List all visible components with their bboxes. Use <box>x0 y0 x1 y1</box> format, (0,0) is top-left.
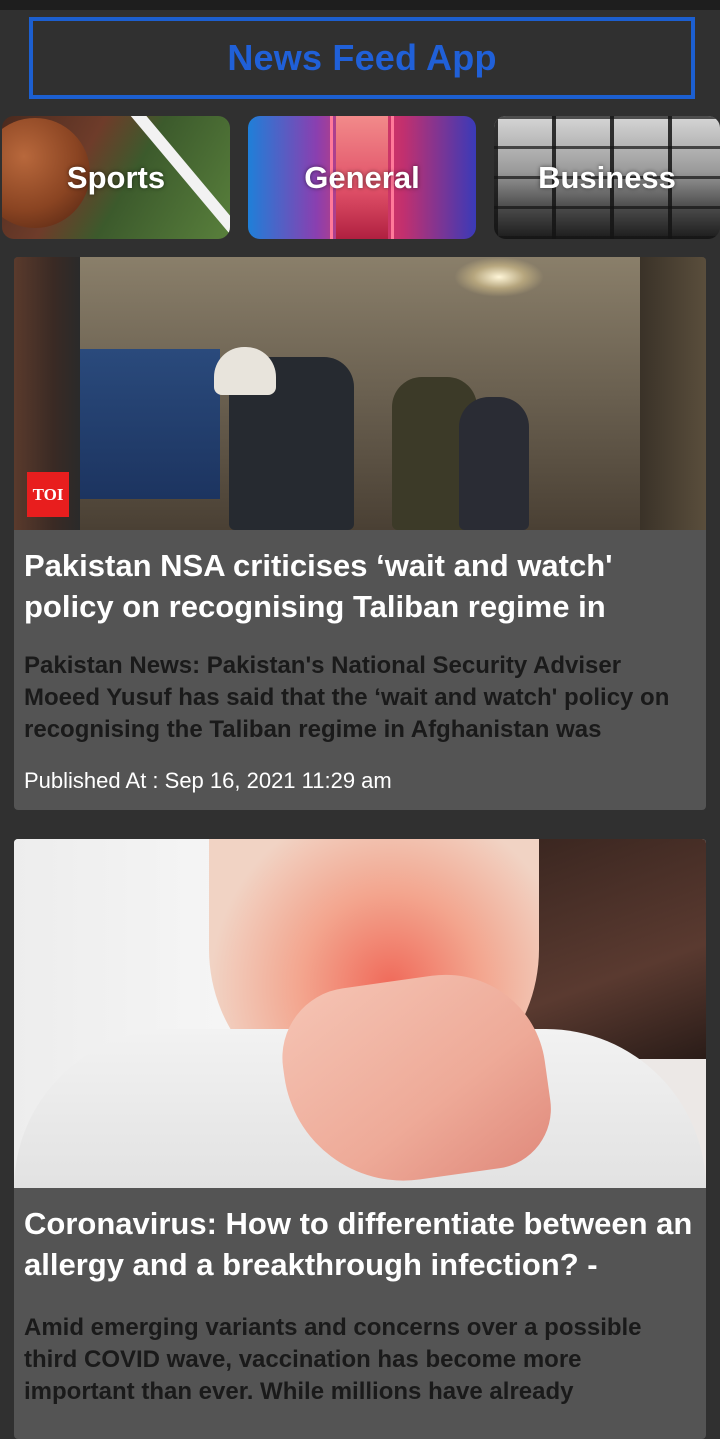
category-general[interactable]: General <box>248 116 476 239</box>
category-label: Business <box>538 159 676 195</box>
news-card[interactable]: Coronavirus: How to differentiate betwee… <box>14 839 706 1439</box>
news-card[interactable]: TOI Pakistan NSA criticises ‘wait and wa… <box>14 257 706 810</box>
app-header: News Feed App <box>29 17 695 99</box>
news-title: Coronavirus: How to differentiate betwee… <box>24 1206 693 1282</box>
image-blur-right <box>640 257 706 530</box>
category-list[interactable]: Sports General Business <box>2 116 720 240</box>
news-description: Amid emerging variants and concerns over… <box>24 1314 642 1405</box>
news-title: Pakistan NSA criticises ‘wait and watch'… <box>24 548 613 624</box>
image-detail <box>80 349 220 499</box>
news-image <box>14 839 706 1188</box>
image-detail <box>519 839 706 1059</box>
status-bar <box>0 0 720 10</box>
news-image: TOI <box>14 257 706 530</box>
category-business[interactable]: Business <box>494 116 720 239</box>
news-description: Pakistan News: Pakistan's National Secur… <box>24 652 670 743</box>
source-logo: TOI <box>27 472 69 517</box>
category-label: Sports <box>66 159 166 195</box>
image-figure <box>459 397 529 530</box>
published-date: Published At : Sep 16, 2021 11:29 am <box>24 768 392 793</box>
category-sports[interactable]: Sports <box>2 116 230 239</box>
app-title: News Feed App <box>227 37 497 78</box>
image-detail <box>454 257 544 297</box>
category-label: General <box>304 159 420 195</box>
